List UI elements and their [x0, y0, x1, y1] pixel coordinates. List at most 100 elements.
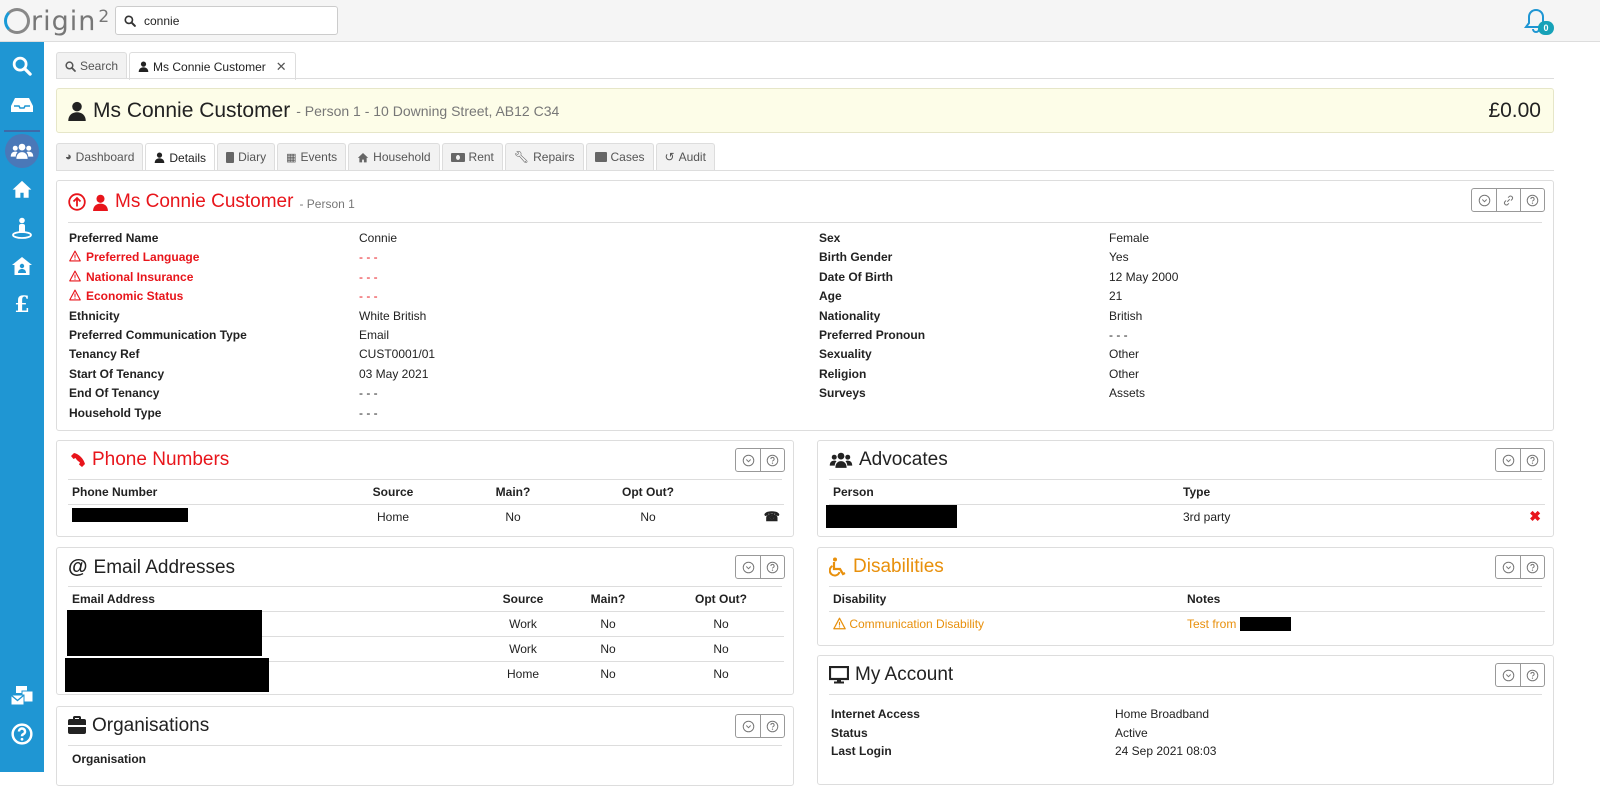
home-icon	[357, 152, 369, 163]
balance[interactable]: £0.00	[1488, 99, 1541, 123]
collapse-button[interactable]	[736, 556, 760, 578]
arrow-circle-up-icon[interactable]	[68, 193, 86, 211]
field-value: CUST0001/01	[359, 347, 436, 362]
field-value: - - -	[359, 289, 378, 304]
field-value: Active	[1115, 726, 1148, 740]
sidebar-item-people[interactable]	[0, 133, 44, 169]
tab-repairs[interactable]: 🔧︎ Repairs	[504, 143, 584, 170]
calendar-icon: ▦	[286, 151, 297, 164]
table-row: Home No No	[65, 657, 784, 692]
table-row: Work No No	[67, 609, 784, 637]
money-icon	[450, 152, 465, 162]
table-header: Disability Notes	[829, 587, 1545, 612]
header-subtitle: - Person 1 - 10 Downing Street, AB12 C34	[296, 102, 560, 119]
organisation-header: Organisation	[72, 752, 147, 766]
collapse-button[interactable]	[1496, 556, 1520, 578]
field-label: Sex	[819, 231, 841, 245]
search-input[interactable]	[144, 13, 324, 28]
tab-details[interactable]: Details	[145, 143, 216, 171]
field-value: 03 May 2021	[359, 366, 429, 381]
collapse-button[interactable]	[1472, 189, 1496, 211]
close-tab-icon[interactable]: ✕	[276, 59, 287, 75]
collapse-button[interactable]	[736, 449, 760, 471]
help-button[interactable]	[760, 715, 784, 737]
search-icon	[124, 15, 136, 27]
pie-chart-icon: ◕	[65, 151, 72, 163]
tab-search[interactable]: Search	[56, 52, 128, 79]
call-phone-icon[interactable]: ☎	[764, 509, 780, 524]
warning-icon	[833, 617, 846, 630]
panel-actions	[735, 448, 785, 472]
sidebar-item-person-location[interactable]	[0, 210, 44, 246]
field-label: Surveys	[819, 386, 866, 401]
table-header: Email Address Source Main? Opt Out?	[68, 587, 784, 612]
field-label: Age	[819, 289, 842, 304]
panel-actions	[735, 714, 785, 738]
logo-wifi-icon	[4, 8, 30, 34]
tab-diary[interactable]: Diary	[217, 143, 276, 170]
remove-icon[interactable]: ✖	[1529, 508, 1541, 524]
users-icon	[10, 142, 34, 160]
house-user-icon	[12, 257, 32, 275]
sidebar-item-messages[interactable]	[0, 678, 44, 714]
pound-icon: £	[14, 292, 30, 318]
sidebar-item-finance[interactable]: £	[0, 287, 44, 323]
sidebar-item-help[interactable]	[0, 716, 44, 752]
sidebar-item-inbox[interactable]	[0, 87, 44, 123]
notifications-button[interactable]: 0	[1524, 8, 1554, 36]
field-label: Sexuality	[819, 347, 872, 362]
section-tabs: ◕ Dashboard Details Diary ▦ Events Househo…	[56, 143, 717, 171]
help-button[interactable]	[760, 556, 784, 578]
field-label: Last Login	[831, 744, 892, 758]
sidebar-item-house-user[interactable]	[0, 248, 44, 284]
collapse-button[interactable]	[1496, 664, 1520, 686]
open-tabs: Search Ms Connie Customer ✕	[56, 52, 298, 80]
tab-household[interactable]: Household	[348, 143, 440, 170]
user-icon	[138, 61, 149, 72]
help-button[interactable]	[1520, 449, 1544, 471]
person-header: Ms Connie Customer - Person 1 - 10 Downi…	[56, 88, 1554, 133]
disabilities-panel: Disabilities Disability Notes Communicat…	[817, 547, 1554, 646]
field-value: White British	[359, 308, 427, 323]
help-button[interactable]	[1520, 664, 1544, 686]
field-label: Religion	[819, 366, 867, 381]
field-value: Home Broadband	[1115, 707, 1210, 721]
phone-numbers-panel: Phone Numbers Phone Number Source Main? …	[56, 440, 794, 537]
table-row: Home No No ☎	[68, 504, 784, 529]
tab-rent[interactable]: Rent	[441, 143, 503, 170]
collapse-button[interactable]	[736, 715, 760, 737]
chevron-down-circle-icon	[1478, 194, 1491, 207]
link-button[interactable]	[1496, 189, 1520, 211]
tab-events[interactable]: ▦ Events	[277, 143, 347, 170]
help-button[interactable]	[1520, 189, 1544, 211]
warning-icon	[69, 289, 81, 301]
sidebar-item-properties[interactable]	[0, 171, 44, 207]
collapse-button[interactable]	[1496, 449, 1520, 471]
tab-audit[interactable]: ↺ Audit	[655, 143, 715, 170]
sidebar-item-search[interactable]	[0, 48, 44, 84]
help-icon	[1526, 561, 1539, 574]
global-search[interactable]	[115, 6, 338, 35]
tab-person[interactable]: Ms Connie Customer ✕	[129, 52, 296, 80]
table-row: 3rd party ✖	[826, 504, 1545, 529]
redacted-note	[1239, 616, 1291, 631]
field-label: End Of Tenancy	[69, 386, 160, 401]
email-panel-title: @ Email Addresses	[68, 556, 236, 578]
top-bar: rigin2 0	[0, 0, 1600, 42]
disabilities-panel-title: Disabilities	[829, 556, 944, 578]
disabilities-table: Disability Notes Communication Disabilit…	[829, 587, 1545, 636]
tab-cases[interactable]: Cases	[585, 143, 654, 170]
chevron-down-circle-icon	[1502, 561, 1515, 574]
inbox-icon	[11, 98, 33, 112]
redacted-person	[826, 504, 957, 528]
help-icon	[1526, 454, 1539, 467]
phone-table: Phone Number Source Main? Opt Out? Home …	[68, 480, 784, 529]
chevron-down-circle-icon	[742, 454, 755, 467]
chevron-down-circle-icon	[742, 720, 755, 733]
field-value: 12 May 2000	[1109, 269, 1179, 284]
help-button[interactable]	[1520, 556, 1544, 578]
help-button[interactable]	[760, 449, 784, 471]
app-logo[interactable]: rigin 2	[4, 4, 110, 38]
field-label: Birth Gender	[819, 250, 893, 265]
tab-dashboard[interactable]: ◕ Dashboard	[56, 143, 144, 170]
